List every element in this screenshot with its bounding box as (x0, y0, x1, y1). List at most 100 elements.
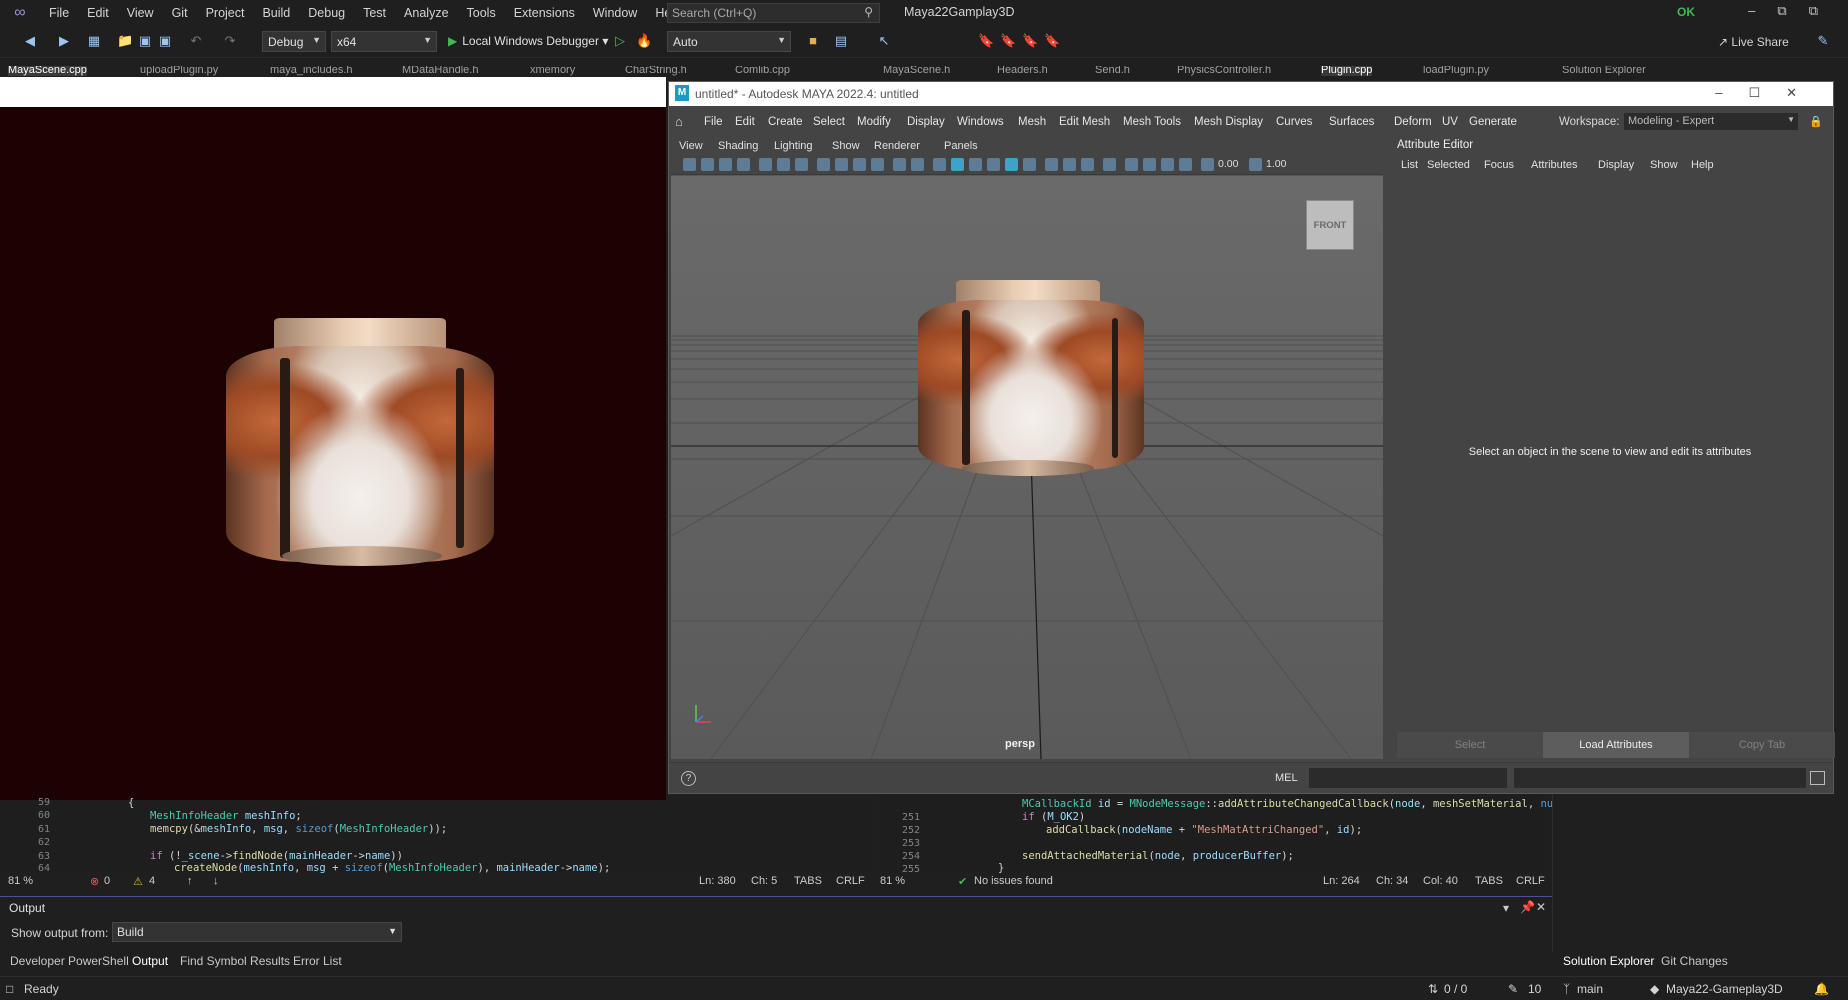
start-without-debugging-icon[interactable]: ▷ (612, 33, 628, 49)
live-share-button[interactable]: ↗ Live Share (1718, 35, 1789, 49)
tab-maya-includes-h[interactable]: maya_includes.h (270, 66, 353, 76)
close-icon[interactable]: ✕ (1536, 900, 1546, 914)
tab-xmemory[interactable]: xmemory (530, 66, 575, 76)
code-editor-right[interactable]: 251 252 253 254 255 MCallbackId id = MNo… (878, 794, 1566, 875)
bookmark-prev-icon[interactable]: 🔖 (1000, 33, 1016, 49)
panel-menu-icon[interactable]: ▾ (1503, 901, 1509, 915)
notification-icon[interactable]: 🔔 (1814, 982, 1829, 996)
attr-menu-attributes[interactable]: Attributes (1531, 159, 1577, 171)
vp-menu-panels[interactable]: Panels (944, 140, 978, 152)
maya-menu-generate[interactable]: Generate (1469, 116, 1517, 128)
resolution-gate-icon[interactable] (835, 158, 848, 171)
redo-icon[interactable]: ↷ (222, 33, 238, 49)
git-repo[interactable]: Maya22-Gameplay3D (1666, 982, 1783, 996)
viewport-canvas[interactable]: FRONT persp (671, 176, 1383, 759)
branch-icon[interactable]: ᛉ (1563, 982, 1570, 996)
pencil-icon[interactable]: ✎ (1508, 982, 1518, 996)
cursor-icon[interactable]: ↖ (876, 33, 892, 49)
exposure-icon[interactable] (1201, 158, 1214, 171)
search-input[interactable]: Search (Ctrl+Q) ⚲ (667, 3, 880, 23)
xray-joints-icon[interactable] (1161, 158, 1174, 171)
open-folder-icon[interactable]: 📁 (117, 33, 133, 49)
minimize-icon[interactable]: – (1715, 85, 1748, 100)
tab-output[interactable]: Output (132, 954, 168, 968)
feedback-icon[interactable]: ✎ (1815, 33, 1831, 49)
tab-mdatahandle-h[interactable]: MDataHandle.h (402, 66, 478, 76)
start-debugger-button[interactable]: ▶ Local Windows Debugger ▾ (448, 34, 608, 48)
use-all-lights-icon[interactable] (1005, 158, 1018, 171)
menu-analyze[interactable]: Analyze (395, 6, 457, 20)
tab-physicscontroller-h[interactable]: PhysicsController.h (1177, 66, 1271, 76)
attr-menu-help[interactable]: Help (1691, 159, 1714, 171)
vp-menu-shading[interactable]: Shading (718, 140, 758, 152)
help-icon[interactable]: ? (681, 771, 696, 786)
menu-edit[interactable]: Edit (78, 6, 118, 20)
pending-edits-count[interactable]: 10 (1528, 982, 1541, 996)
image-plane-icon[interactable] (737, 158, 750, 171)
maya-menu-curves[interactable]: Curves (1276, 116, 1312, 128)
copy-tab-button[interactable]: Copy Tab (1689, 732, 1835, 758)
mel-label[interactable]: MEL (1275, 772, 1298, 784)
grease-pencil-icon[interactable] (759, 158, 772, 171)
zoom-level[interactable]: 81 % (8, 875, 33, 887)
gamma-icon[interactable] (1249, 158, 1262, 171)
error-icon[interactable]: ⊗ (90, 875, 99, 888)
tab-plugin-cpp[interactable]: Plugin.cpp (1321, 66, 1373, 76)
indent-mode[interactable]: TABS (1475, 875, 1503, 887)
attr-menu-display[interactable]: Display (1598, 159, 1634, 171)
textured-icon[interactable] (987, 158, 1000, 171)
minimize-icon[interactable]: – (1748, 3, 1777, 18)
warning-icon[interactable]: ⚠ (133, 875, 143, 888)
error-count[interactable]: 0 (104, 875, 110, 887)
wireframe-icon[interactable] (933, 158, 946, 171)
gamma-value[interactable]: 1.00 (1266, 158, 1286, 170)
lock-icon[interactable]: 🔒 (1809, 115, 1823, 128)
hot-reload-icon[interactable]: 🔥 (636, 33, 652, 49)
repo-icon[interactable]: ◆ (1650, 982, 1659, 996)
tab-solution-explorer[interactable]: Solution Explorer (1563, 954, 1654, 968)
exposure-value[interactable]: 0.00 (1218, 158, 1238, 170)
camera-attr-icon[interactable] (701, 158, 714, 171)
maya-window-controls[interactable]: –☐✕ (1715, 85, 1823, 101)
undo-icon[interactable]: ↶ (188, 33, 204, 49)
menu-test[interactable]: Test (354, 6, 395, 20)
arrow-down-icon[interactable]: ↓ (213, 875, 219, 887)
tab-mayascene-h[interactable]: MayaScene.h (883, 66, 950, 76)
layout-icon[interactable]: ▤ (833, 33, 849, 49)
new-project-icon[interactable]: ▦ (86, 33, 102, 49)
menu-debug[interactable]: Debug (299, 6, 354, 20)
attr-menu-selected[interactable]: Selected (1427, 159, 1470, 171)
isolate-select-icon[interactable] (1125, 158, 1138, 171)
cursor-char[interactable]: Ch: 5 (751, 875, 777, 887)
gate-mask-icon[interactable] (853, 158, 866, 171)
maya-menu-windows[interactable]: Windows (957, 116, 1004, 128)
tab-git-changes[interactable]: Git Changes (1661, 954, 1728, 968)
cursor-line[interactable]: Ln: 380 (699, 875, 736, 887)
select-button[interactable]: Select (1397, 732, 1543, 758)
restore-icon[interactable]: ⧉ (1777, 3, 1808, 18)
issues-status[interactable]: No issues found (974, 875, 1053, 887)
configuration-dropdown[interactable]: Debug ▼ (262, 31, 326, 52)
tab-comlib-cpp[interactable]: Comlib.cpp (735, 66, 790, 76)
motion-blur-icon[interactable] (1063, 158, 1076, 171)
camera-icon[interactable] (683, 158, 696, 171)
cursor-line[interactable]: Ln: 264 (1323, 875, 1360, 887)
menu-window[interactable]: Window (584, 6, 646, 20)
folder-icon[interactable]: ■ (805, 33, 821, 49)
bookmark-next-icon[interactable]: 🔖 (1022, 33, 1038, 49)
bookmark-icon[interactable] (719, 158, 732, 171)
tab-charstring-h[interactable]: CharString.h (625, 66, 687, 76)
bookmark-icon[interactable]: 🔖 (978, 33, 994, 49)
tab-loadplugin-py[interactable]: loadPlugin.py (1423, 66, 1489, 76)
save-all-icon[interactable]: ▣ (157, 33, 173, 49)
auto-dropdown[interactable]: Auto ▼ (667, 31, 791, 52)
line-endings[interactable]: CRLF (1516, 875, 1545, 887)
git-changes-icon[interactable]: ⇅ (1428, 982, 1438, 996)
menu-git[interactable]: Git (163, 6, 197, 20)
attr-menu-focus[interactable]: Focus (1484, 159, 1514, 171)
menu-tools[interactable]: Tools (458, 6, 505, 20)
maya-menu-modify[interactable]: Modify (857, 116, 891, 128)
cursor-char[interactable]: Ch: 34 (1376, 875, 1408, 887)
zoom-level[interactable]: 81 % (880, 875, 905, 887)
tab-developer-powershell[interactable]: Developer PowerShell (10, 954, 129, 968)
